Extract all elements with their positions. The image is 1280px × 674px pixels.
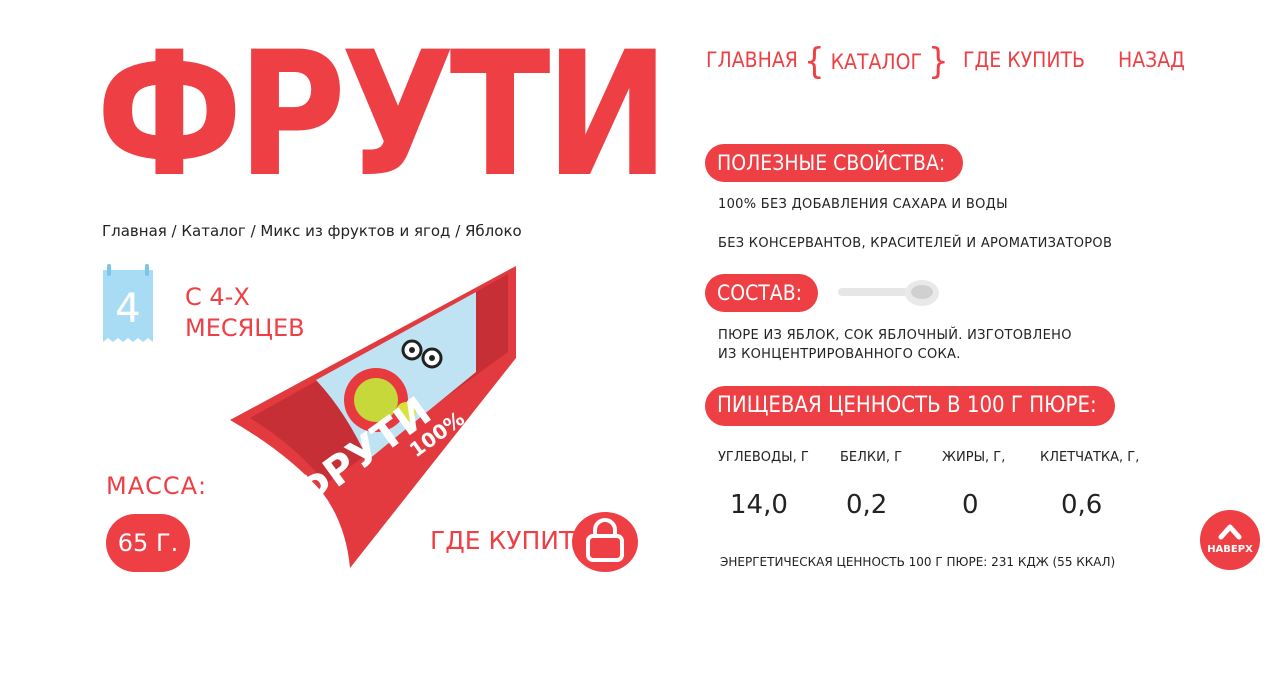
catalog-bracket-right: } bbox=[928, 41, 949, 82]
nutrition-value: 14,0 bbox=[730, 490, 788, 520]
nav-back-label: НАЗАД bbox=[1118, 48, 1185, 72]
nav-catalog[interactable]: {КАТАЛОГ} bbox=[804, 44, 949, 80]
energy-value: ЭНЕРГЕТИЧЕСКАЯ ЦЕННОСТЬ 100 Г ПЮРЕ: 231 … bbox=[720, 555, 1116, 569]
breadcrumb[interactable]: Главная / Каталог / Микс из фруктов и яг… bbox=[102, 222, 522, 240]
calendar-icon: 4 bbox=[103, 264, 153, 346]
chevron-up-icon bbox=[1218, 524, 1242, 540]
scroll-to-top-button[interactable]: НАВЕРХ bbox=[1200, 510, 1260, 570]
property-item: БЕЗ КОНСЕРВАНТОВ, КРАСИТЕЛЕЙ И АРОМАТИЗА… bbox=[718, 236, 1113, 251]
nav-main-label: ГЛАВНАЯ bbox=[706, 48, 798, 72]
nutrition-header: КЛЕТЧАТКА, Г, bbox=[1040, 450, 1140, 465]
composition-title: СОСТАВ: bbox=[705, 274, 819, 312]
age-number: 4 bbox=[115, 286, 140, 332]
nutrition-value: 0,2 bbox=[846, 490, 888, 520]
nutrition-value: 0 bbox=[962, 490, 979, 520]
shopping-bag-icon[interactable] bbox=[572, 512, 638, 572]
nutrition-header: ЖИРЫ, Г, bbox=[942, 450, 1006, 465]
scroll-to-top-label: НАВЕРХ bbox=[1207, 544, 1253, 555]
nav-where-to-buy[interactable]: ГДЕ КУПИТЬ bbox=[963, 48, 1085, 80]
nutrition-value: 0,6 bbox=[1061, 490, 1103, 520]
mass-label: МАССА: bbox=[106, 472, 208, 500]
nav-catalog-label: КАТАЛОГ bbox=[830, 50, 923, 74]
nutrition-header: УГЛЕВОДЫ, Г bbox=[718, 450, 809, 465]
brand-logo-text: ФРУТИ bbox=[96, 14, 669, 215]
properties-title: ПОЛЕЗНЫЕ СВОЙСТВА: bbox=[705, 144, 964, 182]
property-item: 100% БЕЗ ДОБАВЛЕНИЯ САХАРА И ВОДЫ bbox=[718, 197, 1008, 212]
mass-value: 65 Г. bbox=[106, 514, 190, 572]
nutrition-title: ПИЩЕВАЯ ЦЕННОСТЬ В 100 Г ПЮРЕ: bbox=[705, 386, 1115, 426]
where-to-buy-label: ГДЕ КУПИТЬ bbox=[430, 526, 592, 555]
nav-main[interactable]: ГЛАВНАЯ bbox=[706, 48, 798, 80]
composition-text: ПЮРЕ ИЗ ЯБЛОК, СОК ЯБЛОЧНЫЙ. ИЗГОТОВЛЕНО… bbox=[718, 328, 1072, 362]
nav-where-to-buy-label: ГДЕ КУПИТЬ bbox=[963, 48, 1085, 72]
brand-logo[interactable]: ФРУТИ bbox=[96, 14, 669, 215]
nutrition-header: БЕЛКИ, Г bbox=[840, 450, 903, 465]
catalog-bracket-left: { bbox=[804, 41, 825, 82]
spoon-icon bbox=[836, 278, 942, 308]
nav-back[interactable]: НАЗАД bbox=[1118, 48, 1185, 80]
